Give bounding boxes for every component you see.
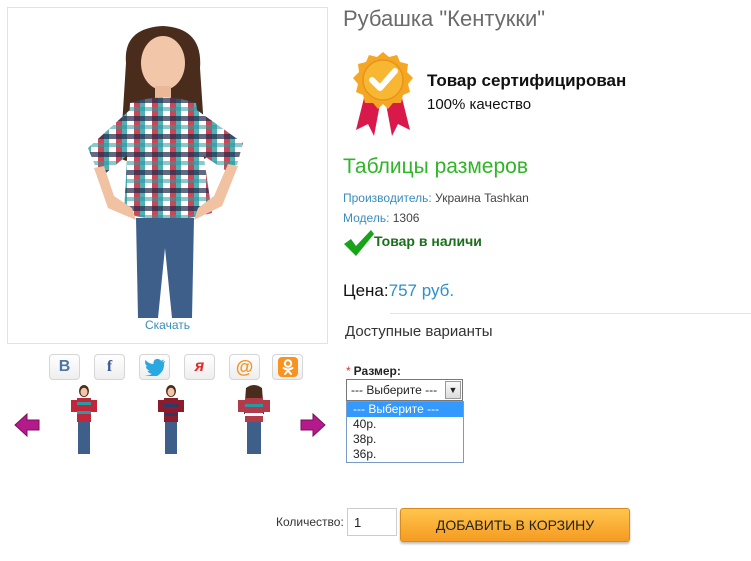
size-label: * Размер: <box>346 364 401 378</box>
share-moikrug-button[interactable]: я <box>184 354 215 380</box>
model-label: Модель: <box>343 211 390 225</box>
size-option[interactable]: 38р. <box>347 432 463 447</box>
size-tables-link[interactable]: Таблицы размеров <box>343 155 528 179</box>
product-title: Рубашка "Кентукки" <box>343 6 546 31</box>
quantity-label: Количество: <box>276 515 344 529</box>
model-row: Модель: 1306 <box>343 211 419 225</box>
price: Цена:757 руб. <box>343 281 454 301</box>
quantity-input[interactable] <box>347 508 397 536</box>
price-label: Цена: <box>343 281 389 300</box>
required-mark: * <box>346 364 351 378</box>
share-twitter-button[interactable] <box>139 354 170 380</box>
share-mailru-button[interactable]: @ <box>229 354 260 380</box>
vkontakte-icon: В <box>58 358 71 375</box>
size-label-text: Размер: <box>353 364 401 378</box>
price-value: 757 руб. <box>388 281 455 300</box>
share-odnoklassniki-button[interactable] <box>272 354 303 380</box>
size-option[interactable]: 36р. <box>347 447 463 462</box>
divider <box>390 313 751 314</box>
share-facebook-button[interactable]: f <box>94 354 125 380</box>
carousel-next-arrow-icon[interactable] <box>300 413 326 437</box>
manufacturer-value: Украина Tashkan <box>435 191 529 205</box>
certified-badge-icon <box>353 52 413 136</box>
size-option[interactable]: --- Выберите --- <box>347 402 463 417</box>
stock-status: Товар в наличи <box>374 233 482 249</box>
size-select[interactable]: --- Выберите --- ▼ <box>346 379 463 401</box>
mail-ru-icon: @ <box>235 356 254 377</box>
facebook-icon: f <box>106 358 113 375</box>
manufacturer-row: Производитель: Украина Tashkan <box>343 191 529 205</box>
size-dropdown-list: --- Выберите --- 40р. 38р. 36р. <box>346 401 464 463</box>
moi-krug-icon: я <box>194 358 205 375</box>
in-stock-check-icon <box>344 230 374 256</box>
twitter-icon <box>144 358 165 376</box>
size-select-value: --- Выберите --- <box>351 383 438 397</box>
variants-heading: Доступные варианты <box>345 323 493 340</box>
product-thumbnail[interactable] <box>234 384 274 458</box>
size-option[interactable]: 40р. <box>347 417 463 432</box>
product-thumbnail[interactable] <box>155 384 187 458</box>
odnoklassniki-icon <box>277 357 298 377</box>
carousel-prev-arrow-icon[interactable] <box>14 413 40 437</box>
download-link[interactable]: Скачать <box>8 318 327 332</box>
manufacturer-label[interactable]: Производитель: <box>343 191 432 205</box>
product-thumbnail[interactable] <box>68 384 100 458</box>
model-value: 1306 <box>392 211 420 225</box>
certified-subtitle: 100% качество <box>427 96 532 113</box>
product-photo <box>88 26 243 318</box>
product-main-image[interactable]: Скачать <box>7 7 328 344</box>
chevron-down-icon[interactable]: ▼ <box>445 381 461 399</box>
add-to-cart-button[interactable]: ДОБАВИТЬ В КОРЗИНУ <box>400 508 630 542</box>
share-vkontakte-button[interactable]: В <box>49 354 80 380</box>
certified-title: Товар сертифицирован <box>427 71 627 90</box>
